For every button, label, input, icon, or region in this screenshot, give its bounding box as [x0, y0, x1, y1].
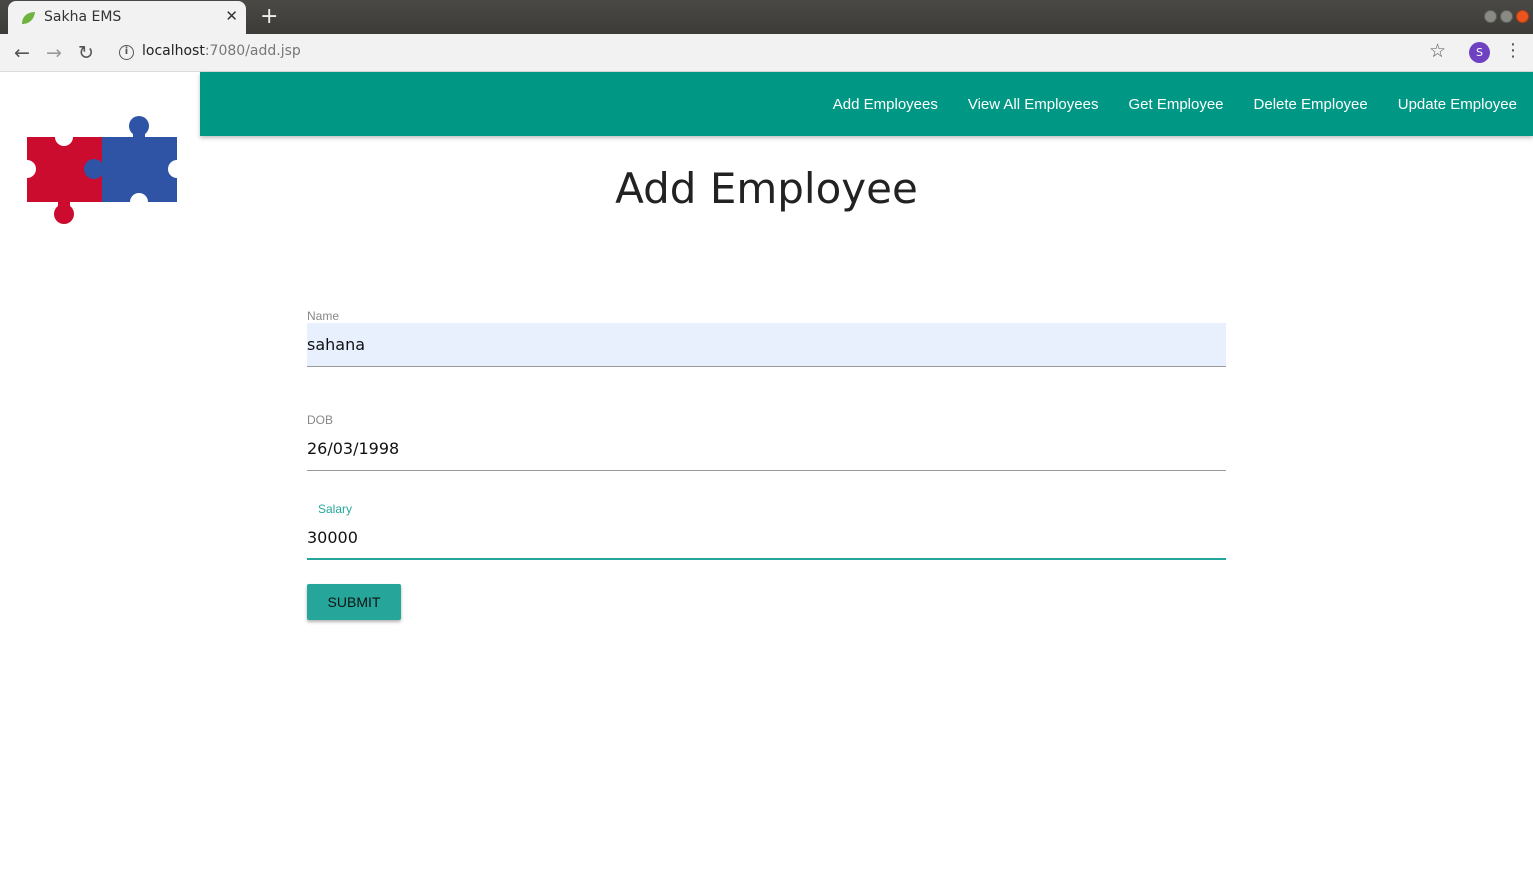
- page-title: Add Employee: [615, 164, 918, 213]
- nav-link-add-employees[interactable]: Add Employees: [833, 96, 938, 113]
- profile-avatar[interactable]: S: [1469, 42, 1490, 63]
- salary-input[interactable]: [307, 516, 1226, 560]
- url-host: localhost: [142, 43, 205, 59]
- salary-label: Salary: [318, 502, 353, 516]
- name-field: Name: [307, 309, 1226, 367]
- browser-toolbar: ← → ↻ i localhost:7080/add.jsp ☆ S ⋮: [0, 34, 1533, 72]
- name-input[interactable]: [307, 323, 1226, 367]
- tab-close-icon[interactable]: ✕: [225, 7, 238, 25]
- kebab-menu-icon[interactable]: ⋮: [1504, 40, 1522, 61]
- submit-button[interactable]: SUBMIT: [307, 584, 401, 620]
- tab-title: Sakha EMS: [44, 9, 122, 25]
- nav-link-delete-employee[interactable]: Delete Employee: [1254, 96, 1368, 113]
- back-arrow-icon[interactable]: ←: [10, 41, 34, 65]
- browser-tab[interactable]: Sakha EMS ✕: [8, 1, 246, 34]
- url-path: :7080/add.jsp: [204, 43, 301, 59]
- dob-label: DOB: [307, 413, 334, 427]
- forward-arrow-icon[interactable]: →: [42, 41, 66, 65]
- leaf-icon: [22, 12, 35, 24]
- name-label: Name: [307, 309, 340, 323]
- close-window-button[interactable]: [1516, 10, 1529, 23]
- salary-field: Salary: [307, 502, 1226, 560]
- browser-tab-bar: Sakha EMS ✕ +: [0, 0, 1533, 34]
- dob-input[interactable]: [307, 427, 1226, 471]
- nav-link-get-employee[interactable]: Get Employee: [1128, 96, 1223, 113]
- reload-icon[interactable]: ↻: [74, 41, 98, 65]
- maximize-button[interactable]: [1500, 10, 1513, 23]
- nav-link-view-all-employees[interactable]: View All Employees: [968, 96, 1099, 113]
- nav-links: Add Employees View All Employees Get Emp…: [833, 72, 1517, 136]
- address-bar[interactable]: localhost:7080/add.jsp: [142, 43, 301, 59]
- top-navbar: Add Employees View All Employees Get Emp…: [200, 72, 1533, 136]
- nav-link-update-employee[interactable]: Update Employee: [1398, 96, 1517, 113]
- dob-field: DOB: [307, 413, 1226, 471]
- page-content: Add Employees View All Employees Get Emp…: [0, 72, 1533, 873]
- bookmark-star-icon[interactable]: ☆: [1429, 40, 1446, 62]
- new-tab-button[interactable]: +: [260, 4, 278, 29]
- minimize-button[interactable]: [1484, 10, 1497, 23]
- info-icon[interactable]: i: [119, 45, 134, 60]
- window-controls: [1484, 10, 1529, 23]
